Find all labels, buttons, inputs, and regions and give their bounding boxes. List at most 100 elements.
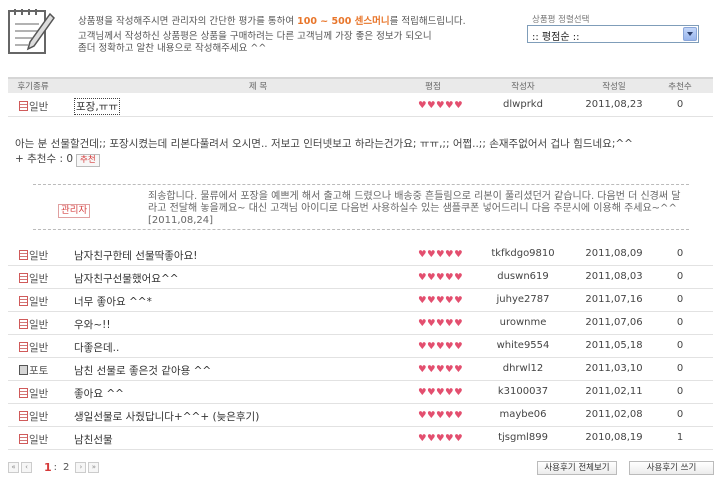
table-header: 후기종류 제 목 평점 작성자 작성일 추천수: [8, 77, 713, 93]
author: duswn619: [497, 271, 549, 282]
review-title-link[interactable]: 남친선물: [74, 432, 113, 447]
heart-rating: ♥♥♥♥♥: [418, 433, 464, 444]
heart-rating: ♥♥♥♥♥: [418, 410, 464, 421]
intro-line-2: 고객님께서 작성하신 상품평은 상품을 구매하려는 다른 고객님께 가장 좋은 …: [78, 31, 432, 55]
review-type: 일반: [19, 271, 48, 286]
recommend-label: + 추천수 : 0: [15, 153, 74, 165]
next-page-button[interactable]: ›: [75, 462, 87, 473]
date: 2011,03,10: [585, 363, 643, 374]
heart-rating: ♥♥♥♥♥: [418, 249, 464, 260]
table-row[interactable]: 일반 다좋은데.. ♥♥♥♥♥ white9554 2011,05,18 0: [8, 336, 713, 358]
review-type-label: 일반: [29, 296, 49, 308]
current-page[interactable]: 1: [44, 461, 52, 474]
write-review-button[interactable]: 사용후기 쓰기: [629, 461, 714, 475]
sort-label: 상품평 정렬선택: [532, 15, 590, 25]
author: dhrwl12: [502, 363, 544, 374]
col-date: 작성일: [602, 82, 626, 92]
review-title-link[interactable]: 좋아요 ^^: [74, 386, 124, 401]
review-type: 일반: [19, 432, 48, 447]
heart-rating: ♥♥♥♥♥: [418, 295, 464, 306]
heart-rating: ♥♥♥♥♥: [418, 387, 464, 398]
col-type: 후기종류: [17, 82, 49, 92]
review-title-link[interactable]: 너무 좋아요 ^^*: [74, 294, 152, 309]
pagination: «‹ 1:2 ›»: [8, 461, 101, 474]
recommend-count: 0: [676, 294, 684, 305]
author: white9554: [496, 340, 550, 351]
review-type-label: 일반: [29, 273, 49, 285]
sort-select[interactable]: :: 평점순 ::: [527, 25, 699, 43]
chevron-down-icon[interactable]: [683, 27, 697, 41]
sort-selected-value: :: 평점순 ::: [532, 32, 580, 43]
table-row[interactable]: 일반 우와~!! ♥♥♥♥♥ urownme 2011,07,06 0: [8, 313, 713, 335]
document-icon: [19, 434, 28, 444]
review-type-label: 일반: [29, 411, 49, 423]
recommend-count: 0: [676, 363, 684, 374]
table-row[interactable]: 일반 남자친구선물했어요^^ ♥♥♥♥♥ duswn619 2011,08,03…: [8, 267, 713, 289]
table-row[interactable]: 일반 남자친구한테 선물딱좋아요! ♥♥♥♥♥ tkfkdgo9810 2011…: [8, 244, 713, 266]
heart-rating: ♥♥♥♥♥: [418, 100, 464, 111]
points-highlight: 100 ~ 500 센스머니: [297, 16, 390, 27]
intro-line-2-text: 고객님께서 작성하신 상품평은 상품을 구매하려는 다른 고객님께 가장 좋은 …: [78, 31, 432, 42]
page-2-link[interactable]: 2: [63, 462, 69, 473]
recommend-count: 0: [676, 317, 684, 328]
review-type: 일반: [19, 248, 48, 263]
document-icon: [19, 101, 28, 111]
date: 2011,08,23: [585, 99, 643, 110]
recommend-count: 0: [676, 340, 684, 351]
heart-rating: ♥♥♥♥♥: [418, 341, 464, 352]
review-title-link[interactable]: 남자친구한테 선물딱좋아요!: [74, 248, 197, 263]
last-page-button[interactable]: »: [88, 462, 100, 473]
author: urownme: [499, 317, 547, 328]
review-type: 일반: [19, 340, 48, 355]
review-type-label: 포토: [29, 365, 49, 377]
date: 2010,08,19: [585, 432, 643, 443]
date: 2011,05,18: [585, 340, 643, 351]
review-type-label: 일반: [29, 434, 49, 446]
page-separator: :: [53, 462, 58, 473]
review-type: 일반: [19, 317, 48, 332]
author: maybe06: [499, 409, 547, 420]
review-header: 상품평을 작성해주시면 관리자의 간단한 평가를 통하여 100 ~ 500 센…: [0, 0, 720, 70]
document-icon: [19, 342, 28, 352]
review-title-link[interactable]: 생일선물로 사줬답니다+^^+ (늦은후기): [74, 409, 259, 424]
review-type-label: 일반: [29, 250, 49, 262]
document-icon: [19, 411, 28, 421]
recommend-count: 0: [676, 386, 684, 397]
table-row[interactable]: 일반 생일선물로 사줬답니다+^^+ (늦은후기) ♥♥♥♥♥ maybe06 …: [8, 405, 713, 427]
review-type-label: 일반: [29, 388, 49, 400]
table-row[interactable]: 일반 좋아요 ^^ ♥♥♥♥♥ k3100037 2011,02,11 0: [8, 382, 713, 404]
prev-page-button[interactable]: ‹: [21, 462, 32, 473]
date: 2011,02,11: [585, 386, 643, 397]
review-title-link[interactable]: 다좋은데..: [74, 340, 119, 355]
date: 2011,08,09: [585, 248, 643, 259]
date: 2011,07,16: [585, 294, 643, 305]
author: tjsgml899: [498, 432, 548, 443]
col-rating: 평점: [425, 82, 441, 92]
table-row[interactable]: 일반 너무 좋아요 ^^* ♥♥♥♥♥ juhye2787 2011,07,16…: [8, 290, 713, 312]
recommend-count: 0: [676, 271, 684, 282]
date: 2011,08,03: [585, 271, 643, 282]
table-row[interactable]: 일반 남친선물 ♥♥♥♥♥ tjsgml899 2010,08,19 1: [8, 428, 713, 450]
review-title-link[interactable]: 남친 선물로 좋은것 같아용 ^^: [74, 363, 211, 378]
review-type-label: 일반: [29, 319, 49, 331]
admin-reply: 관리자 죄송합니다. 물류에서 포장을 예쁘게 해서 출고해 드렸으나 배송중 …: [33, 184, 689, 230]
author: k3100037: [497, 386, 549, 397]
admin-badge: 관리자: [58, 204, 91, 218]
intro-line-1: 상품평을 작성해주시면 관리자의 간단한 평가를 통하여 100 ~ 500 센…: [78, 13, 466, 27]
document-icon: [19, 273, 28, 283]
review-title-link[interactable]: 우와~!!: [74, 317, 111, 332]
recommend-button[interactable]: 추천: [76, 154, 100, 167]
recommend-count: 1: [676, 432, 684, 443]
table-row[interactable]: 일반 포장,ㅠㅠ ♥♥♥♥♥ dlwprkd 2011,08,23 0: [8, 95, 713, 117]
intro-line-3-text: 좀더 정확하고 알찬 내용으로 작성해주세요 ^^: [78, 43, 267, 54]
view-all-reviews-button[interactable]: 사용후기 전체보기: [537, 461, 617, 475]
heart-rating: ♥♥♥♥♥: [418, 364, 464, 375]
heart-rating: ♥♥♥♥♥: [418, 272, 464, 283]
document-icon: [19, 250, 28, 260]
review-title-link[interactable]: 남자친구선물했어요^^: [74, 271, 179, 286]
first-page-button[interactable]: «: [8, 462, 19, 473]
review-type: 일반: [19, 294, 48, 309]
table-row[interactable]: 포토 남친 선물로 좋은것 같아용 ^^ ♥♥♥♥♥ dhrwl12 2011,…: [8, 359, 713, 381]
review-title-link[interactable]: 포장,ㅠㅠ: [74, 98, 120, 115]
recommend-count: 0: [676, 99, 684, 110]
